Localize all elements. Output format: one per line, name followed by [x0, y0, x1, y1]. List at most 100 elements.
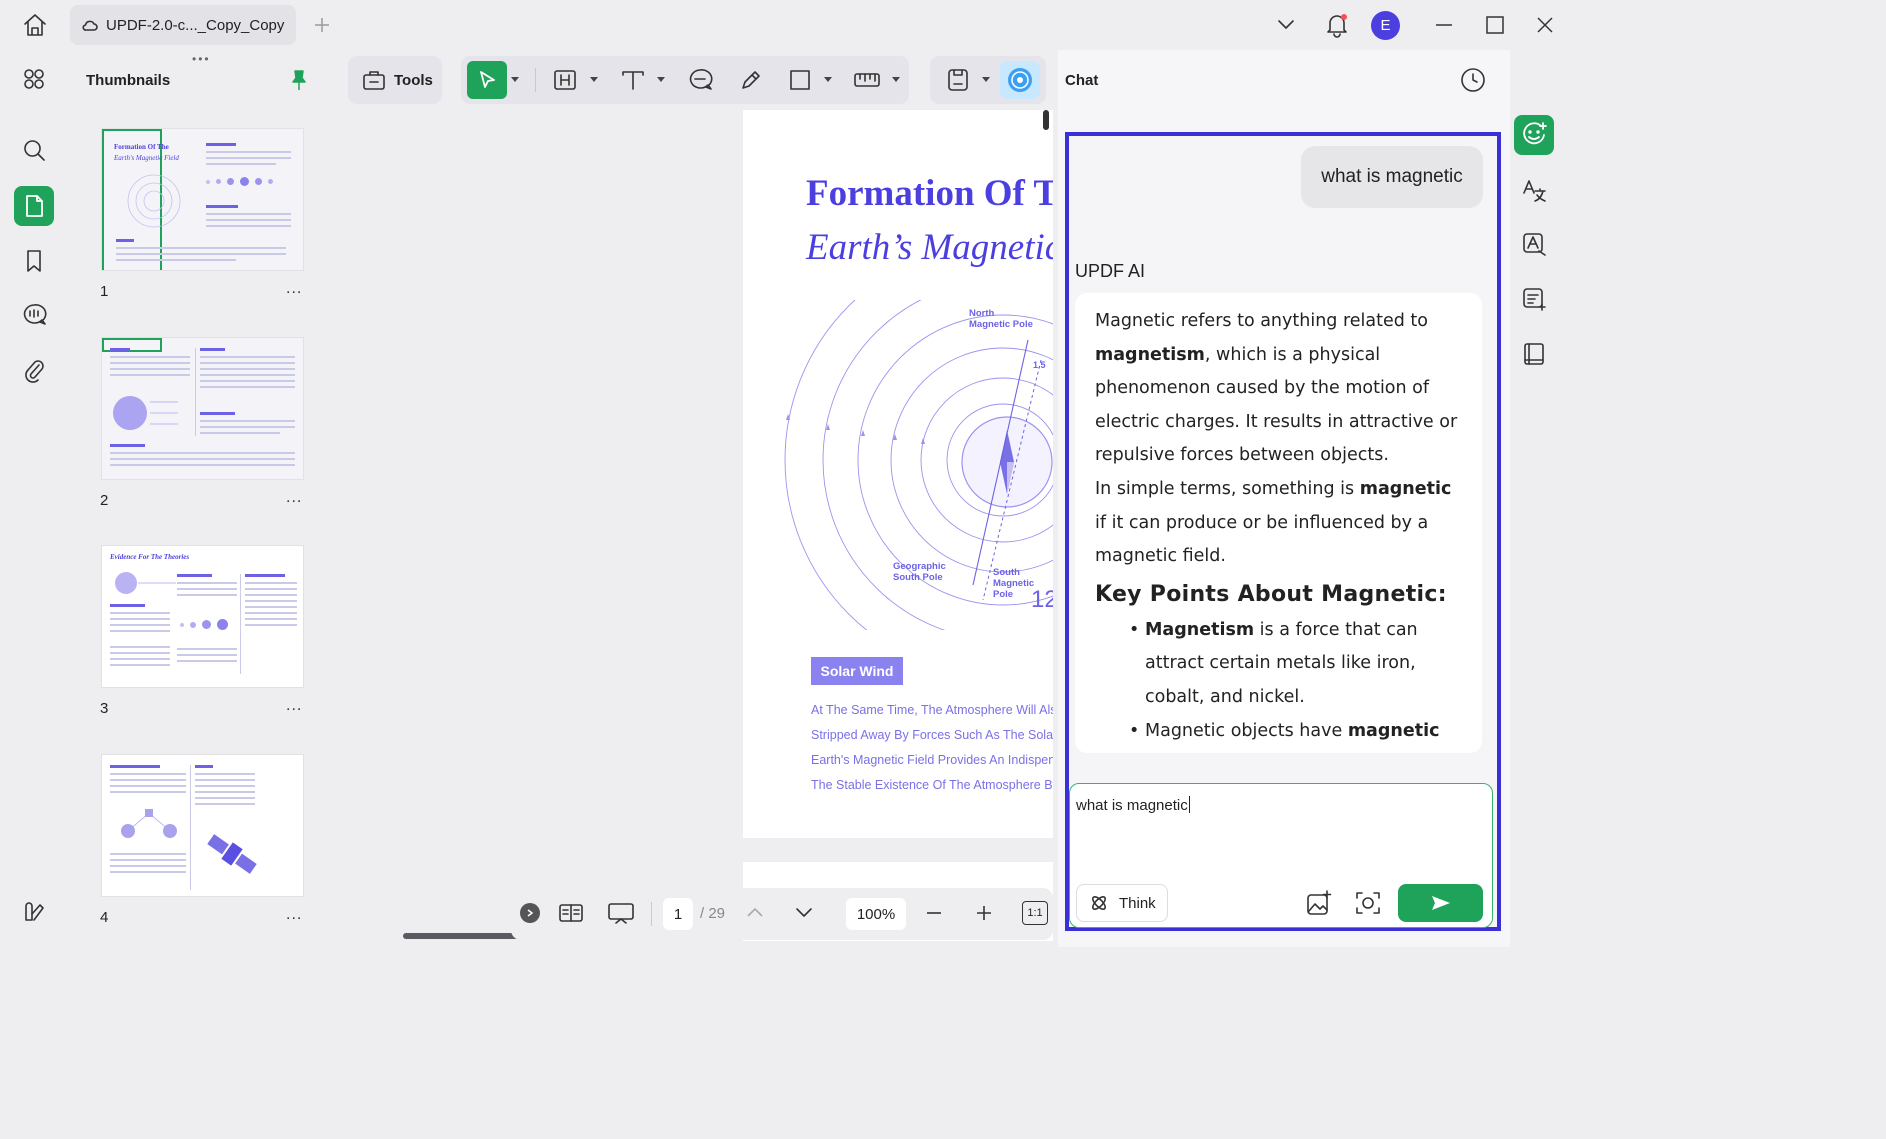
cursor-icon — [476, 69, 498, 91]
layers-icon — [22, 900, 46, 924]
edit-tools-group — [461, 56, 909, 104]
ruler-icon — [853, 68, 881, 92]
rail-thumbnails[interactable] — [14, 186, 54, 226]
body-text-line: The Stable Existence Of The Atmosphere B… — [811, 778, 1053, 792]
rectangle-icon — [788, 68, 812, 92]
draw-tool-button[interactable] — [739, 68, 763, 92]
rail-ocr[interactable] — [1514, 224, 1554, 264]
angle-label: 1.5 — [1033, 360, 1046, 370]
page-number-label: 12 — [1031, 586, 1053, 613]
rail-pages-overview[interactable] — [14, 59, 54, 99]
page-thumbnail-3[interactable]: Evidence For The Theories — [101, 545, 304, 688]
toolbox-icon — [362, 69, 386, 91]
previous-page-icon[interactable] — [745, 903, 765, 921]
history-icon[interactable] — [1460, 67, 1486, 93]
divider — [535, 68, 536, 92]
save-tool-button[interactable] — [946, 67, 970, 93]
zoom-out-icon[interactable] — [924, 903, 944, 923]
text-tool-dropdown[interactable] — [657, 77, 665, 82]
save-tool-dropdown[interactable] — [982, 77, 990, 82]
pin-icon[interactable] — [289, 69, 309, 91]
chat-title: Chat — [1065, 72, 1099, 89]
actual-size-label: 1:1 — [1027, 907, 1043, 919]
more-options-icon[interactable]: ... — [286, 697, 302, 715]
document-tab[interactable]: UPDF-2.0-c..._Copy_Copy — [70, 5, 296, 45]
comment-tool-button[interactable] — [687, 68, 713, 92]
next-page-icon[interactable] — [794, 904, 814, 922]
actual-size-button[interactable]: 1:1 — [1022, 901, 1048, 925]
document-viewport[interactable]: Formation Of The Earth’s Magnetic Field … — [343, 110, 1053, 941]
list-item: Magnetic objects have magnetic — [1125, 715, 1464, 749]
home-icon[interactable] — [22, 12, 48, 38]
shape-tool-dropdown[interactable] — [824, 77, 832, 82]
minimize-icon[interactable] — [1434, 16, 1454, 34]
divider — [651, 902, 652, 926]
chevron-down-icon[interactable] — [1276, 16, 1296, 34]
shape-tool-button[interactable] — [788, 68, 812, 92]
rail-ai-chat[interactable] — [1514, 115, 1554, 155]
more-options-icon[interactable]: ... — [286, 489, 302, 507]
rail-comments[interactable] — [14, 295, 54, 335]
paperclip-icon — [23, 357, 45, 383]
current-page-input[interactable]: 1 — [663, 898, 693, 930]
send-button[interactable] — [1398, 884, 1483, 922]
chat-input[interactable]: what is magnetic — [1076, 796, 1190, 814]
tools-button[interactable]: Tools — [348, 57, 442, 103]
rail-reader[interactable] — [1514, 334, 1554, 374]
body-text-line: At The Same Time, The Atmosphere Will Al… — [811, 703, 1053, 717]
page-thumbnail-2[interactable] — [101, 337, 304, 480]
tab-title: UPDF-2.0-c..._Copy_Copy — [106, 16, 285, 34]
select-tool-dropdown[interactable] — [511, 77, 519, 82]
ai-chat-icon — [1521, 122, 1547, 148]
assistant-response[interactable]: Magnetic refers to anything related to m… — [1075, 293, 1482, 753]
rail-summarize[interactable] — [1514, 279, 1554, 319]
select-tool-button[interactable] — [467, 61, 507, 99]
highlight-tool-button[interactable] — [553, 68, 577, 92]
image-upload-icon[interactable] — [1305, 889, 1333, 917]
body-text-line: Stripped Away By Forces Such As The Sola… — [811, 728, 1053, 742]
measure-tool-button[interactable] — [853, 68, 881, 92]
text-tool-button[interactable] — [620, 68, 646, 92]
rail-attachments[interactable] — [14, 350, 54, 390]
pdf-page[interactable]: Formation Of The Earth’s Magnetic Field … — [743, 110, 1053, 838]
more-options-icon[interactable]: ... — [286, 906, 302, 924]
pen-icon — [739, 68, 763, 92]
thumbnail-page-number: 3 — [100, 700, 109, 717]
ai-assistant-button[interactable] — [1000, 61, 1040, 99]
page-thumbnail-4[interactable] — [101, 754, 304, 897]
vertical-scrollbar[interactable] — [1043, 110, 1049, 130]
body-text-line: Earth's Magnetic Field Provides An Indis… — [811, 753, 1053, 767]
reading-mode-icon[interactable] — [558, 902, 584, 924]
close-icon[interactable] — [1535, 15, 1555, 35]
document-title-line2: Earth’s Magnetic Field — [806, 227, 1053, 268]
save-icon — [946, 67, 970, 93]
response-paragraph: In simple terms, something is magnetic i… — [1095, 478, 1452, 567]
expand-icon[interactable] — [520, 903, 540, 923]
page-thumbnail-1[interactable]: Formation Of The Earth's Magnetic Field — [101, 128, 304, 271]
panel-drag-handle[interactable]: ••• — [192, 52, 211, 66]
zoom-in-icon[interactable] — [974, 903, 994, 923]
rail-search[interactable] — [14, 130, 54, 170]
measure-tool-dropdown[interactable] — [892, 77, 900, 82]
search-icon — [22, 138, 46, 162]
screenshot-icon[interactable] — [1354, 889, 1382, 917]
response-list: Magnetism is a force that can attract ce… — [1095, 614, 1464, 748]
notification-bell-icon[interactable] — [1324, 12, 1350, 38]
more-options-icon[interactable]: ... — [286, 280, 302, 298]
think-toggle-button[interactable]: Think — [1076, 884, 1168, 922]
highlight-tool-dropdown[interactable] — [590, 77, 598, 82]
rail-layers[interactable] — [14, 892, 54, 932]
maximize-icon[interactable] — [1485, 15, 1505, 35]
new-tab-icon[interactable] — [312, 15, 332, 35]
grid-icon — [22, 67, 46, 91]
geographic-south-label: Geographic South Pole — [893, 561, 946, 583]
rail-translate[interactable] — [1514, 170, 1554, 210]
text-recognition-icon — [1521, 231, 1547, 257]
thumbnail-page-number: 4 — [100, 909, 109, 926]
thumbnail-page-number: 1 — [100, 283, 109, 300]
list-item: Magnetism is a force that can attract ce… — [1125, 614, 1464, 715]
presentation-icon[interactable] — [607, 901, 635, 925]
user-avatar[interactable]: E — [1371, 11, 1400, 40]
zoom-level-input[interactable]: 100% — [846, 898, 906, 930]
rail-bookmarks[interactable] — [14, 241, 54, 281]
